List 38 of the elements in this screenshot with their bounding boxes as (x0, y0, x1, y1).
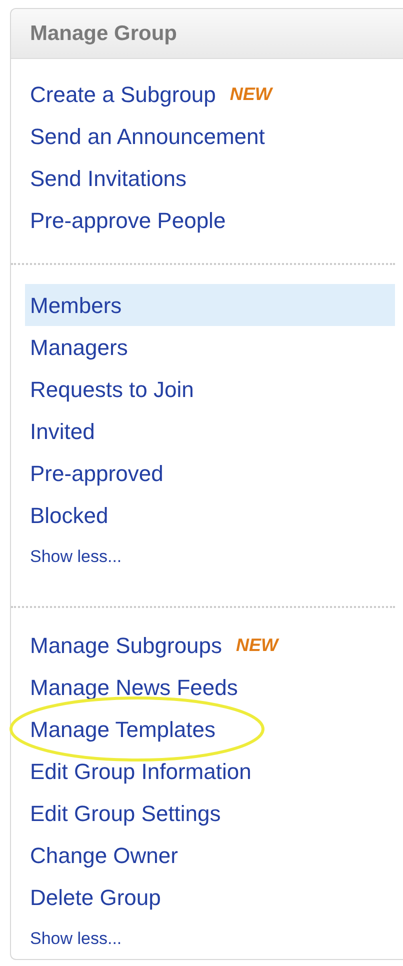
menu-item[interactable]: Pre-approved (25, 452, 395, 494)
menu-item[interactable]: Members (25, 284, 395, 326)
menu-item[interactable]: Send Invitations (25, 157, 395, 199)
menu-item[interactable]: Manage Templates (25, 708, 403, 750)
menu-item[interactable]: Delete Group (25, 876, 403, 918)
menu-item[interactable]: Edit Group Settings (25, 792, 403, 834)
menu-link[interactable]: Edit Group Information (30, 754, 252, 788)
menu-link[interactable]: Send Invitations (30, 162, 187, 194)
panel-title: Manage Group (30, 20, 178, 47)
menu-link[interactable]: Managers (30, 330, 128, 364)
menu-item[interactable]: Requests to Join (25, 368, 395, 410)
menu-item[interactable]: Manage Subgroups NEW (25, 624, 403, 666)
menu-link[interactable]: Requests to Join (30, 372, 194, 406)
new-label: NEW (230, 82, 272, 106)
menu-link[interactable]: Create a Subgroup (30, 78, 216, 110)
menu-link[interactable]: Manage News Feeds (30, 670, 238, 704)
menu-link[interactable]: Blocked (30, 498, 108, 532)
menu-item[interactable]: Invited (25, 410, 395, 452)
menu-item[interactable]: Change Owner (25, 834, 403, 876)
show-less-link[interactable]: Show less... (30, 926, 122, 952)
menu-link[interactable]: Change Owner (30, 838, 178, 872)
menu-link[interactable]: Pre-approved (30, 456, 164, 490)
menu-item[interactable]: Send an Announcement (25, 115, 395, 157)
menu-item[interactable]: Create a Subgroup NEW (25, 73, 395, 115)
menu-link[interactable]: Manage Subgroups (30, 628, 222, 662)
menu-link[interactable]: Delete Group (30, 880, 161, 914)
menu-link[interactable]: Members (30, 288, 122, 322)
menu-item[interactable]: Edit Group Information (25, 750, 403, 792)
menu-item[interactable]: Managers (25, 326, 395, 368)
menu-item[interactable]: Manage News Feeds (25, 666, 403, 708)
menu-link[interactable]: Edit Group Settings (30, 796, 221, 830)
menu-link[interactable]: Pre-approve People (30, 204, 226, 236)
menu-link[interactable]: Send an Announcement (30, 120, 265, 152)
new-label: NEW (236, 634, 278, 656)
menu-item[interactable]: Pre-approve People (25, 199, 395, 241)
menu-item[interactable]: Blocked (25, 494, 395, 536)
show-less-link[interactable]: Show less... (30, 544, 122, 570)
menu-link[interactable]: Invited (30, 414, 95, 448)
